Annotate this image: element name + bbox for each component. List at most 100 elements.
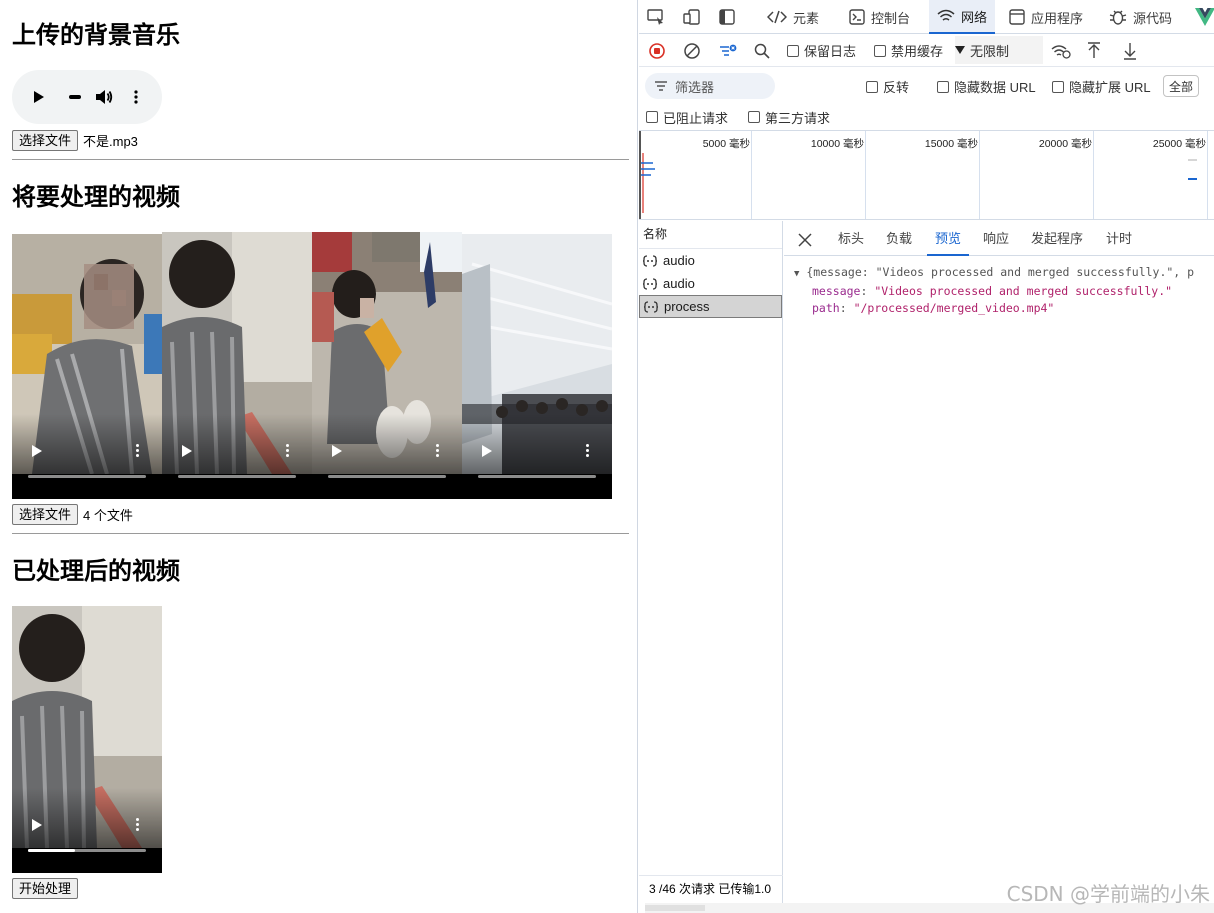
- tab-label: 应用程序: [1031, 10, 1084, 26]
- more-options-icon[interactable]: [436, 444, 440, 457]
- checkbox-box: [937, 80, 949, 93]
- play-icon[interactable]: [182, 445, 192, 457]
- tab-network[interactable]: 网络: [929, 0, 996, 34]
- tab-label: 控制台: [871, 10, 911, 26]
- checkbox-label: 隐藏扩展 URL: [1069, 80, 1151, 95]
- disable-cache-checkbox[interactable]: 禁用缓存: [874, 34, 943, 67]
- name-column-header[interactable]: 名称: [639, 221, 782, 249]
- filter-placeholder: 筛选器: [675, 79, 715, 95]
- video-player-2[interactable]: [162, 232, 312, 499]
- close-detail-icon[interactable]: [798, 221, 812, 256]
- network-timeline-overview[interactable]: 5000 毫秒 10000 毫秒 15000 毫秒 20000 毫秒 25000…: [639, 130, 1214, 220]
- device-toolbar-icon[interactable]: [683, 0, 701, 34]
- watermark: CSDN @学前端的小朱: [1006, 882, 1210, 906]
- inspect-element-icon[interactable]: [647, 0, 665, 34]
- videos-file-input: 选择文件 4 个文件: [12, 503, 133, 525]
- export-har-icon[interactable]: [1123, 34, 1137, 67]
- video-progress-4[interactable]: [478, 475, 596, 478]
- json-summary: {message: "Videos processed and merged s…: [806, 265, 1195, 279]
- request-list: 名称 audio audio process 3 /46 次请求 已传输1.0: [639, 221, 783, 913]
- volume-icon[interactable]: [94, 70, 114, 124]
- tab-application[interactable]: 应用程序: [1009, 0, 1083, 34]
- vue-devtools-icon[interactable]: [1195, 0, 1214, 34]
- xhr-icon: [643, 254, 657, 267]
- play-icon[interactable]: [32, 819, 42, 831]
- type-filter-all[interactable]: 全部: [1163, 75, 1200, 97]
- throttle-select[interactable]: 无限制: [955, 36, 1044, 64]
- search-icon[interactable]: [754, 34, 770, 67]
- detail-tab-payload[interactable]: 负载: [886, 221, 912, 256]
- xhr-icon: [643, 277, 657, 290]
- request-row[interactable]: audio: [639, 249, 782, 272]
- video-progress-3[interactable]: [328, 475, 446, 478]
- more-options-icon[interactable]: [586, 444, 590, 457]
- record-stop-icon[interactable]: [649, 34, 665, 67]
- application-icon: [1009, 9, 1025, 25]
- json-value: "Videos processed and merged successfull…: [874, 284, 1173, 298]
- timeline-label: 5000 毫秒: [702, 138, 750, 150]
- timeline-label: 10000 毫秒: [810, 138, 864, 150]
- preserve-log-checkbox[interactable]: 保留日志: [787, 34, 856, 67]
- filter-toggle-icon[interactable]: [719, 34, 737, 67]
- tab-elements[interactable]: 元素: [767, 0, 819, 34]
- request-row[interactable]: process: [639, 295, 782, 318]
- play-icon[interactable]: [332, 445, 342, 457]
- audio-player[interactable]: [12, 70, 162, 124]
- console-icon: [849, 9, 865, 25]
- code-icon: [767, 10, 787, 24]
- play-icon[interactable]: [482, 445, 492, 457]
- dock-side-icon[interactable]: [719, 0, 735, 34]
- filter-input[interactable]: 筛选器: [645, 73, 775, 99]
- json-preview: ▼ {message: "Videos processed and merged…: [784, 256, 1214, 317]
- request-name: process: [664, 299, 710, 314]
- wifi-icon: [937, 9, 955, 21]
- timeline-bars: [641, 153, 655, 213]
- timeline-gridline: 15000 毫秒: [925, 131, 980, 219]
- hide-extension-url-checkbox[interactable]: 隐藏扩展 URL: [1052, 70, 1151, 103]
- audio-section-title: 上传的背景音乐: [12, 21, 180, 49]
- detail-tab-response[interactable]: 响应: [983, 221, 1009, 256]
- detail-tab-preview[interactable]: 预览: [927, 221, 970, 256]
- tab-console[interactable]: 控制台: [849, 0, 910, 34]
- json-root-row[interactable]: ▼ {message: "Videos processed and merged…: [794, 264, 1214, 283]
- scrollbar-thumb[interactable]: [645, 905, 705, 911]
- detail-tab-initiator[interactable]: 发起程序: [1031, 221, 1083, 256]
- play-icon[interactable]: [32, 445, 42, 457]
- video-progress-2[interactable]: [178, 475, 296, 478]
- tab-label: 网络: [961, 9, 988, 25]
- expand-triangle-icon[interactable]: ▼: [794, 269, 799, 279]
- detail-tab-timing[interactable]: 计时: [1106, 221, 1132, 256]
- audio-timeline-slider[interactable]: [68, 70, 82, 124]
- video-player-1[interactable]: [12, 234, 162, 499]
- third-party-checkbox[interactable]: 第三方请求: [748, 105, 830, 129]
- detail-tab-bar: 标头 负载 预览 响应 发起程序 计时: [784, 221, 1214, 256]
- import-har-icon[interactable]: [1087, 34, 1101, 67]
- devtools-tab-bar: 元素 控制台 网络 应用程序 源代码: [639, 0, 1214, 34]
- play-icon[interactable]: [32, 70, 46, 124]
- request-row[interactable]: audio: [639, 272, 782, 295]
- video-player-4[interactable]: [462, 234, 612, 499]
- clear-icon[interactable]: [684, 34, 700, 67]
- web-page: 上传的背景音乐 选择文件 不是.mp3 将要处理的视频 选择文件 4 个文件 已…: [0, 0, 638, 913]
- detail-tab-headers[interactable]: 标头: [838, 221, 864, 256]
- checkbox-box: [1052, 80, 1064, 93]
- more-options-icon[interactable]: [286, 444, 290, 457]
- more-options-icon[interactable]: [132, 70, 140, 124]
- start-process-button[interactable]: 开始处理: [12, 877, 79, 899]
- audio-file-input: 选择文件 不是.mp3: [12, 129, 138, 151]
- processed-video-progress[interactable]: [28, 849, 146, 852]
- tab-label: 源代码: [1133, 10, 1173, 26]
- blocked-requests-checkbox[interactable]: 已阻止请求: [646, 105, 728, 129]
- video-progress-1[interactable]: [28, 475, 146, 478]
- hide-data-url-checkbox[interactable]: 隐藏数据 URL: [937, 70, 1036, 103]
- more-options-icon[interactable]: [136, 818, 140, 831]
- videos-choose-file-button[interactable]: 选择文件: [12, 503, 79, 525]
- processed-video-player[interactable]: [12, 606, 162, 873]
- audio-choose-file-button[interactable]: 选择文件: [12, 129, 79, 151]
- tab-sources[interactable]: 源代码: [1109, 0, 1172, 34]
- more-options-icon[interactable]: [136, 444, 140, 457]
- invert-checkbox[interactable]: 反转: [866, 70, 909, 103]
- video-player-3[interactable]: [312, 232, 462, 499]
- network-conditions-icon[interactable]: [1051, 34, 1071, 67]
- json-path-row: path: "/processed/merged_video.mp4": [812, 301, 1055, 315]
